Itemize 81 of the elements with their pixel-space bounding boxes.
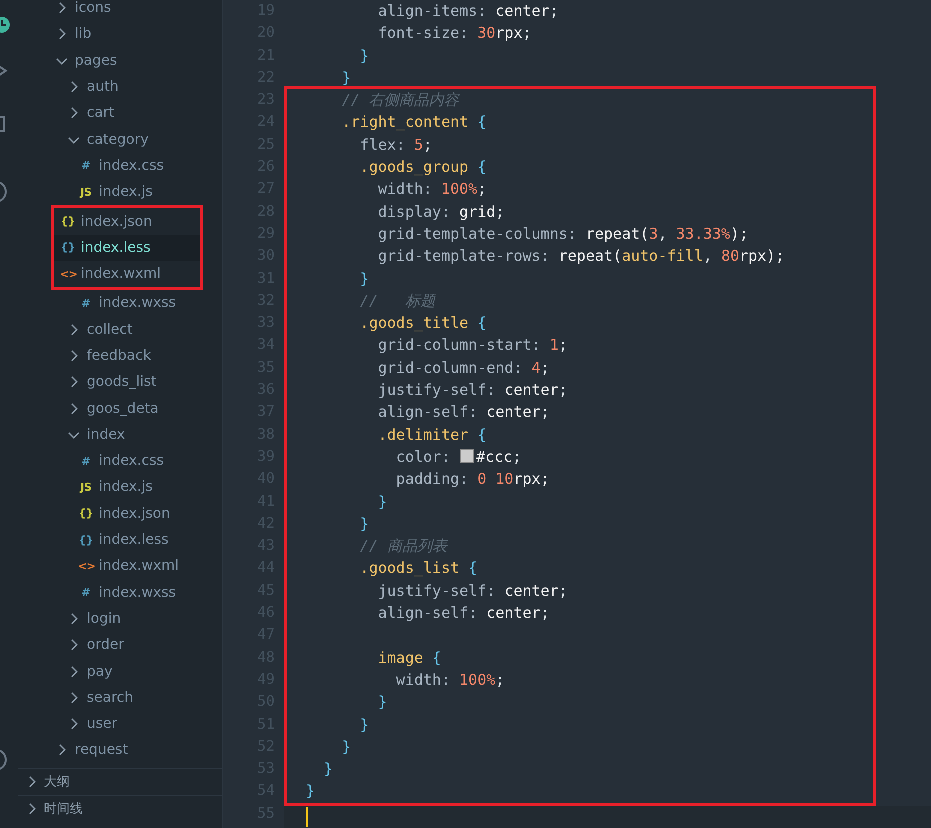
code-line: justify-self: center;: [377, 580, 568, 602]
tree-item[interactable]: feedback: [18, 342, 222, 370]
ring-icon[interactable]: [0, 180, 8, 204]
tree-item[interactable]: category: [18, 126, 222, 153]
tree-item[interactable]: goods_list: [18, 369, 222, 396]
section-header[interactable]: 时间线: [18, 795, 222, 822]
file-type-icon: #: [78, 296, 94, 310]
tree-item[interactable]: # index.wxss: [18, 580, 222, 606]
clock-icon[interactable]: [0, 15, 12, 35]
file-type-icon: #: [78, 454, 94, 468]
tree-item[interactable]: cart: [18, 100, 222, 126]
code-line: grid-template-columns: repeat(3, 33.33%);: [377, 224, 749, 245]
code-line: }: [323, 759, 334, 780]
tree-item[interactable]: # index.wxss: [18, 290, 222, 317]
code-line: align-self: center;: [377, 603, 550, 624]
code-line: // 标题: [359, 290, 436, 312]
code-line: align-self: center;: [377, 402, 550, 424]
file-type-icon: #: [78, 586, 94, 600]
tree-item[interactable]: <> index.wxml: [54, 260, 200, 288]
tree-item[interactable]: auth: [18, 74, 222, 100]
code-line: // 右侧商品内容: [341, 90, 460, 112]
code-line: .goods_list {: [359, 558, 478, 580]
tree-item[interactable]: {} index.less: [54, 234, 200, 261]
code-line: .right_content {: [341, 112, 487, 134]
code-line: align-items: center;: [377, 1, 559, 22]
tree-item[interactable]: {} index.json: [18, 500, 222, 527]
file-type-icon: {}: [60, 215, 76, 228]
tree-item[interactable]: order: [18, 632, 222, 658]
code-line: // 商品列表: [359, 536, 448, 558]
code-line: width: 100%;: [377, 179, 487, 200]
tree-item[interactable]: index: [18, 422, 222, 448]
code-line: }: [306, 781, 316, 802]
code-line: width: 100%;: [395, 670, 505, 691]
tree-item[interactable]: pay: [18, 658, 222, 685]
code-line: .goods_title {: [359, 313, 487, 334]
code-line: }: [359, 514, 370, 535]
code-line: grid-column-end: 4;: [377, 358, 550, 379]
file-type-icon: {}: [78, 507, 94, 520]
section-header[interactable]: 大纲: [18, 768, 222, 795]
file-type-icon: <>: [60, 268, 76, 281]
tree-item[interactable]: {} index.less: [18, 526, 222, 554]
tree-item[interactable]: JS index.js: [18, 474, 222, 501]
code-line: flex: 5;: [359, 134, 432, 156]
tree-item[interactable]: {} index.json: [54, 208, 200, 235]
code-line: padding: 0 10rpx;: [395, 469, 550, 490]
file-type-icon: #: [78, 159, 94, 172]
code-line: .delimiter {: [377, 424, 487, 446]
code-line: justify-self: center;: [377, 380, 568, 402]
tree-item[interactable]: login: [18, 606, 222, 632]
file-type-icon: <>: [78, 560, 94, 573]
code-line: grid-template-rows: repeat(auto-fill, 80 rpx);: [377, 246, 785, 268]
tree-item[interactable]: # index.css: [18, 152, 222, 180]
code-line: }: [377, 492, 388, 513]
file-type-icon: {}: [78, 534, 94, 547]
code-line: }: [359, 46, 370, 67]
code-line: }: [341, 736, 352, 758]
code-line: }: [359, 714, 370, 736]
tree-item[interactable]: JS index.js: [18, 179, 222, 206]
tree-item[interactable]: user: [18, 711, 222, 738]
code-line: }: [341, 68, 352, 89]
code-line: font-size: 30rpx;: [377, 23, 532, 44]
file-type-icon: JS: [78, 480, 94, 494]
tree-item[interactable]: request: [18, 737, 222, 764]
code-line: color: #ccc;: [395, 446, 522, 468]
code-line: .goods_group {: [359, 157, 487, 178]
tree-item[interactable]: lib: [18, 21, 222, 48]
code-line: grid-column-start: 1;: [377, 335, 568, 356]
ring-icon[interactable]: [0, 748, 8, 772]
tree-item[interactable]: pages: [18, 48, 222, 74]
tree-item[interactable]: goos_deta: [18, 395, 222, 422]
file-type-icon: JS: [78, 186, 94, 199]
code-line: image {: [377, 648, 442, 669]
code-line: }: [377, 692, 388, 714]
code-line: display: grid;: [377, 202, 505, 223]
tree-item[interactable]: <> index.wxml: [18, 553, 222, 580]
tree-item[interactable]: collect: [18, 316, 222, 343]
tree-item[interactable]: search: [18, 684, 222, 712]
code-line: }: [359, 268, 370, 290]
tree-item[interactable]: icons: [18, 0, 222, 22]
file-type-icon: {}: [60, 241, 76, 254]
tree-item[interactable]: # index.css: [18, 448, 222, 474]
